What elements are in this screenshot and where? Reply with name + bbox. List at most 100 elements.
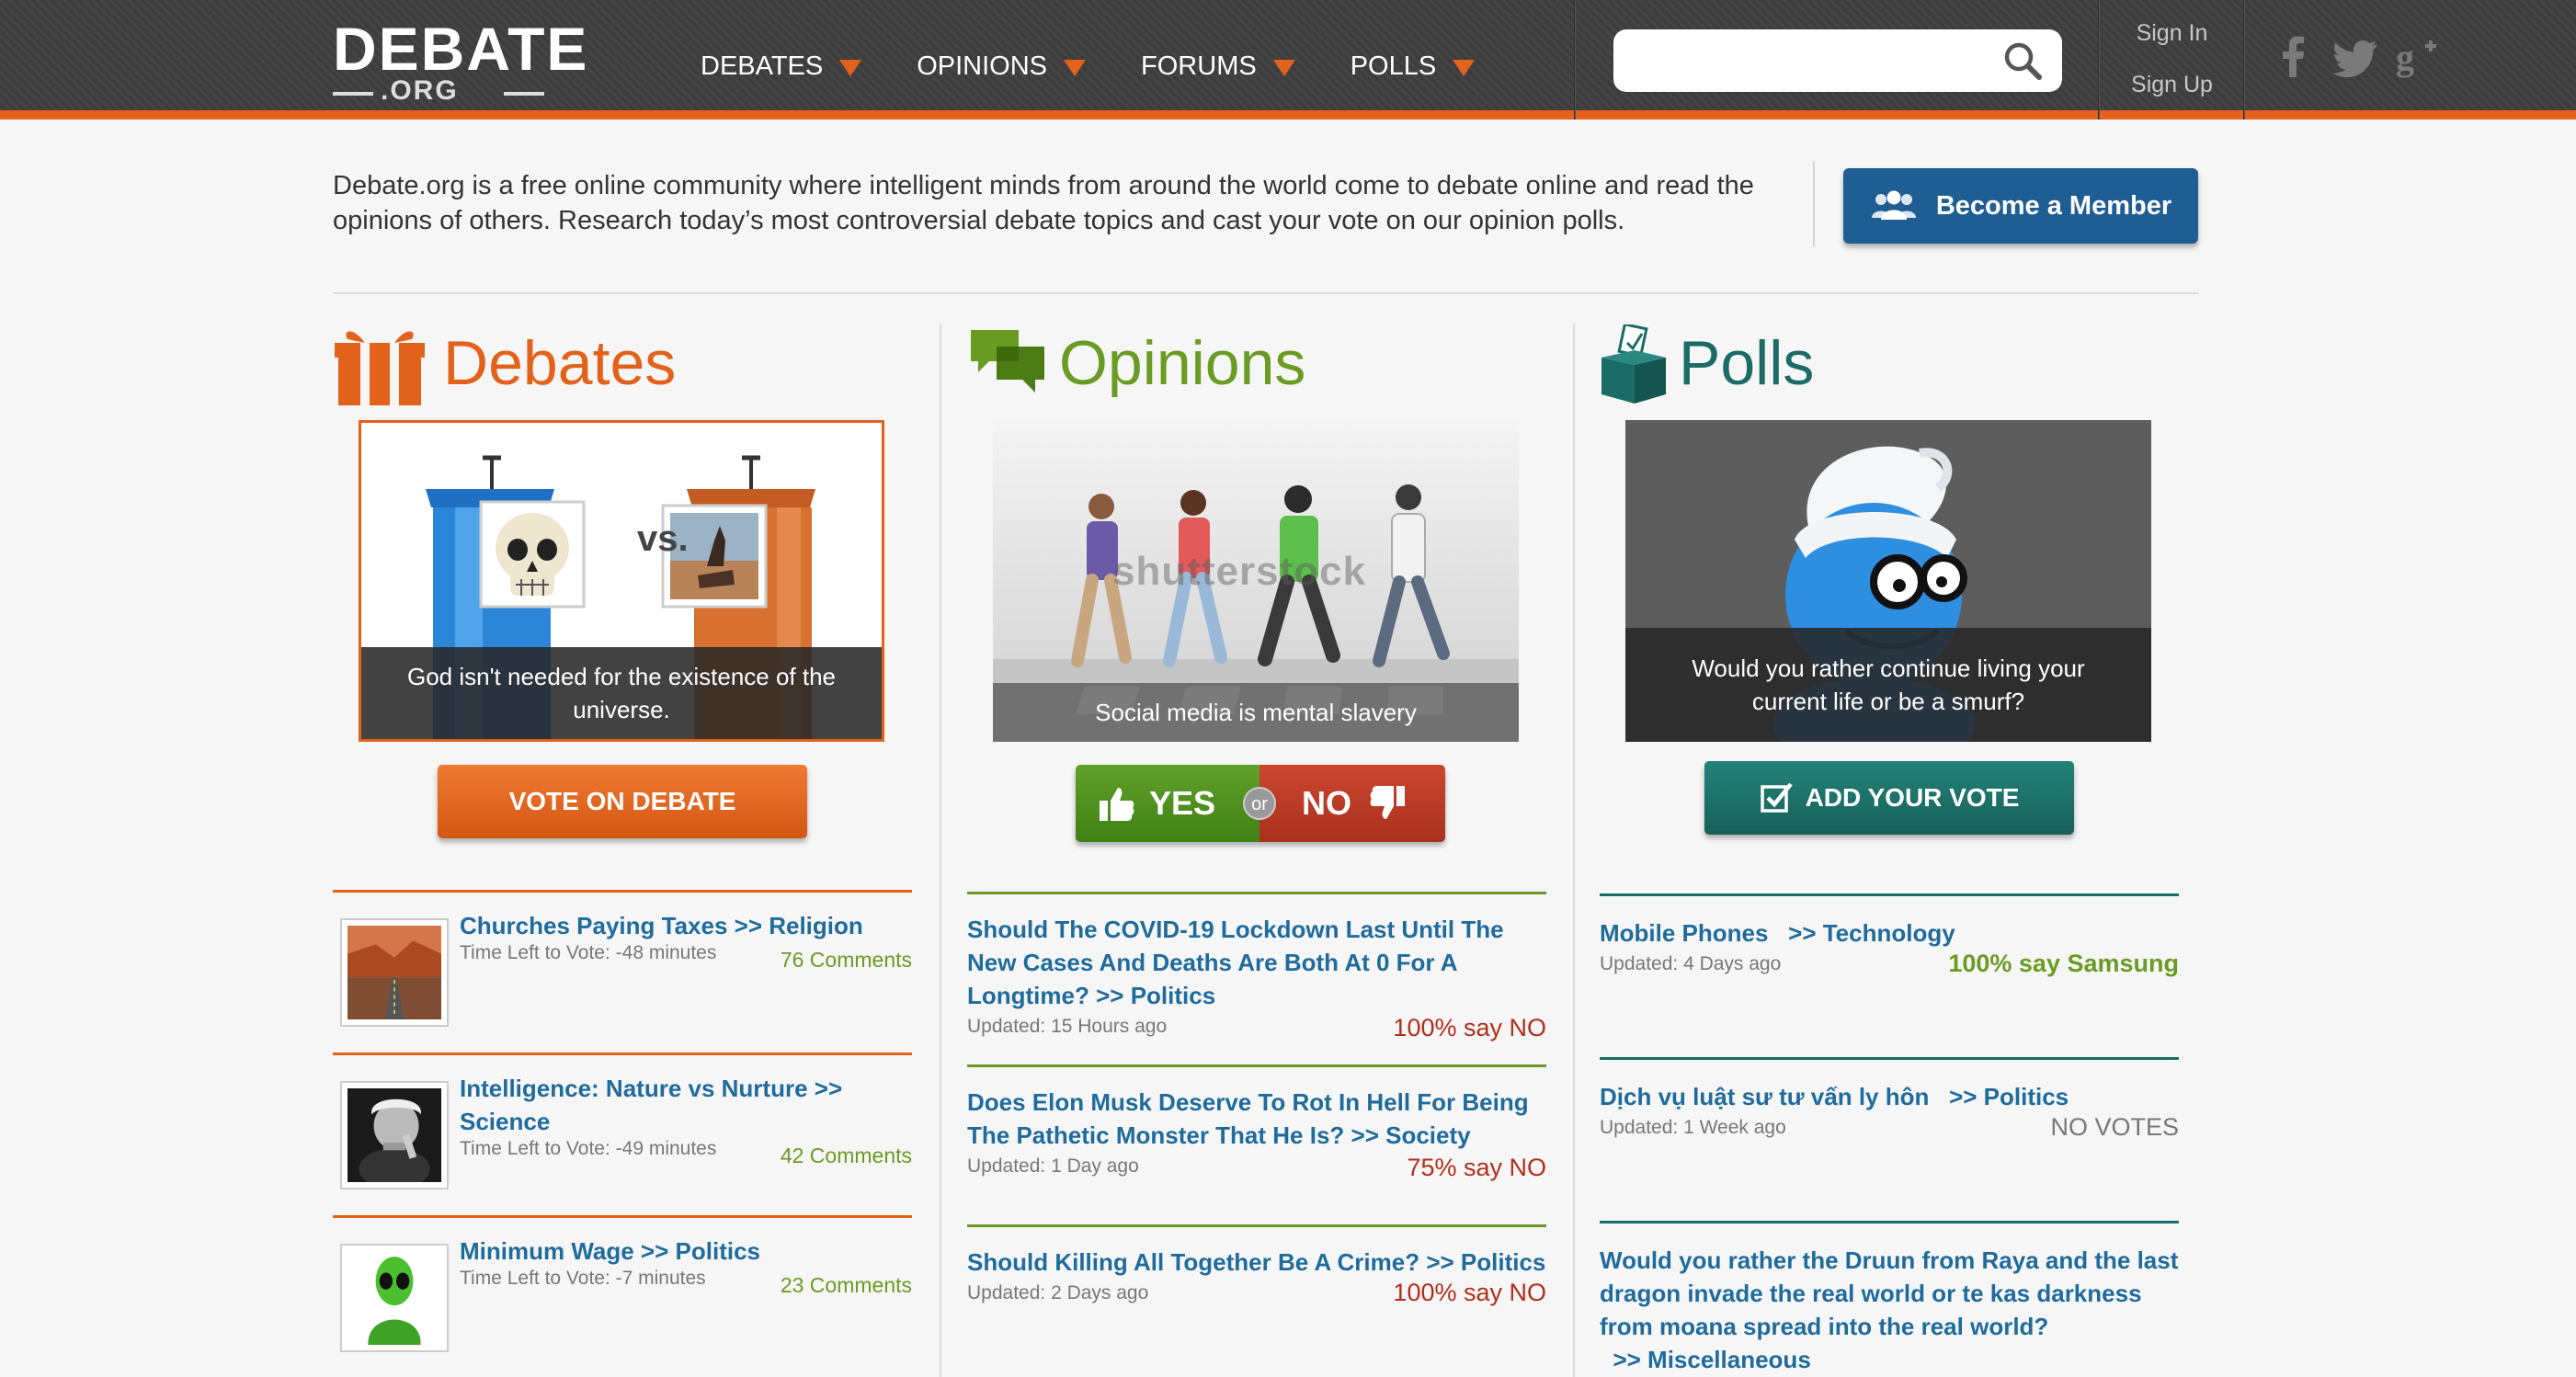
debate-thumbnail — [340, 918, 449, 1027]
debate-item-title[interactable]: Minimum Wage >> Politics — [460, 1235, 912, 1268]
vs-label: vs. — [637, 518, 689, 559]
search-input[interactable] — [1613, 29, 2062, 92]
opinion-item-category[interactable]: >> Politics — [1096, 982, 1215, 1009]
nav-opinions-label: OPINIONS — [917, 51, 1048, 81]
poll-list-item[interactable]: Would you rather the Druun from Raya and… — [1600, 1221, 2179, 1377]
site-logo[interactable]: DEBATE .ORG — [333, 15, 590, 105]
nav-polls-label: POLLS — [1350, 51, 1437, 81]
poll-item-question: Mobile Phones — [1600, 919, 1769, 947]
opinion-item-result: 75% say NO — [1407, 1154, 1546, 1181]
poll-item-category[interactable]: >> Miscellaneous — [1613, 1346, 1810, 1373]
yes-label: YES — [1149, 784, 1216, 822]
einstein-portrait-image — [348, 1088, 441, 1190]
nav-forums[interactable]: FORUMS — [1141, 48, 1295, 85]
featured-debate[interactable]: vs. God isn't needed for the existence o… — [359, 420, 884, 742]
facebook-icon[interactable] — [2269, 33, 2317, 81]
search-icon[interactable] — [2002, 40, 2043, 81]
thumbs-up-icon — [1100, 788, 1134, 821]
debate-org-homepage: DEBATE .ORG DEBATES OPINIONS FORUMS POLL… — [0, 0, 2576, 1377]
intro-divider — [1813, 161, 1815, 247]
poll-item-result: 100% say Samsung — [1948, 950, 2179, 977]
poll-item-text: Would you rather the Druun from Raya and… — [1600, 1244, 2179, 1376]
add-your-vote-button[interactable]: ADD YOUR VOTE — [1704, 761, 2074, 835]
debate-list-item[interactable]: Churches Paying Taxes >> Religion Time L… — [333, 890, 912, 1051]
debates-heading: Debates — [443, 328, 677, 398]
opinion-item-title[interactable]: Should The COVID-19 Lockdown Last Until … — [967, 913, 1546, 1012]
opinions-column: Opinions shutterstock Social media is me… — [967, 317, 1556, 1377]
debate-item-title[interactable]: Intelligence: Nature vs Nurture >> Scien… — [460, 1072, 912, 1138]
become-member-label: Become a Member — [1935, 190, 2172, 221]
poll-item-category[interactable]: >> Technology — [1788, 919, 1955, 947]
debate-item-comments[interactable]: 42 Comments — [781, 1144, 912, 1168]
add-your-vote-label: ADD YOUR VOTE — [1805, 783, 2020, 812]
poll-item-title[interactable]: Dịch vụ luật sư tư vấn ly hôn >> Politic… — [1600, 1080, 2179, 1113]
nav-forums-label: FORUMS — [1141, 51, 1257, 81]
featured-poll[interactable]: Would you rather continue living your cu… — [1625, 420, 2151, 742]
opinion-item-title[interactable]: Should Killing All Together Be A Crime? … — [967, 1246, 1546, 1279]
no-vote-button[interactable]: NO — [1260, 765, 1445, 842]
intro-text: Debate.org is a free online community wh… — [333, 171, 1754, 235]
debate-item-comments[interactable]: 23 Comments — [781, 1273, 912, 1298]
nav-opinions[interactable]: OPINIONS — [917, 48, 1087, 85]
opinions-heading: Opinions — [1059, 328, 1306, 398]
debate-item-comments[interactable]: 76 Comments — [781, 948, 912, 973]
header-divider — [1574, 0, 1576, 119]
column-divider — [1573, 324, 1575, 1377]
nav-polls[interactable]: POLLS — [1351, 48, 1476, 85]
debate-thumbnail — [340, 1081, 449, 1190]
sign-up-link[interactable]: Sign Up — [2101, 72, 2243, 98]
poll-list-item[interactable]: Mobile Phones >> Technology Updated: 4 D… — [1600, 893, 2179, 1053]
debate-list-item[interactable]: Minimum Wage >> Politics Time Left to Vo… — [333, 1215, 912, 1376]
opinion-list-item[interactable]: Does Elon Musk Deserve To Rot In Hell Fo… — [967, 1064, 1546, 1201]
debates-column: Debates vs. God isn't needed for the exi… — [333, 317, 921, 1377]
become-member-button[interactable]: Become a Member — [1843, 168, 2198, 244]
alien-figure-image — [348, 1251, 441, 1345]
top-header: DEBATE .ORG DEBATES OPINIONS FORUMS POLL… — [0, 0, 2576, 119]
nav-debates-label: DEBATES — [701, 51, 824, 81]
opinion-item-result: 100% say NO — [1393, 1014, 1546, 1041]
caret-down-icon — [839, 60, 862, 76]
opinion-item-category[interactable]: >> Society — [1351, 1121, 1471, 1149]
logo-rule-left — [333, 92, 373, 96]
polls-column: Polls Would you rather continue living y… — [1600, 317, 2188, 1377]
poll-item-title[interactable]: Mobile Phones >> Technology — [1600, 916, 2179, 950]
google-plus-icon[interactable]: g — [2396, 33, 2444, 81]
poll-item-category[interactable]: >> Politics — [1949, 1083, 2069, 1110]
header-divider — [2098, 0, 2100, 119]
poll-list-item[interactable]: Dịch vụ luật sư tư vấn ly hôn >> Politic… — [1600, 1057, 2179, 1217]
logo-main-text: DEBATE — [333, 15, 589, 83]
polls-heading: Polls — [1679, 328, 1815, 398]
opinion-item-result: 100% say NO — [1393, 1279, 1546, 1306]
poll-item-question: Would you rather the Druun from Raya and… — [1600, 1246, 2179, 1340]
caret-down-icon — [1272, 60, 1295, 76]
opinion-item-category[interactable]: >> Politics — [1426, 1248, 1545, 1276]
thumbs-down-icon — [1370, 786, 1405, 819]
checkbox-icon — [1760, 782, 1793, 813]
opinion-list-item[interactable]: Should The COVID-19 Lockdown Last Until … — [967, 892, 1546, 1063]
debate-list-item[interactable]: Intelligence: Nature vs Nurture >> Scien… — [333, 1053, 912, 1213]
or-divider: or — [1243, 787, 1276, 820]
members-icon — [1871, 190, 1916, 220]
poll-item-result: NO VOTES — [2050, 1113, 2179, 1141]
gift-icon — [335, 331, 425, 407]
ballot-box-icon — [1601, 324, 1666, 404]
sign-in-link[interactable]: Sign In — [2101, 20, 2243, 47]
image-watermark: shutterstock — [1112, 549, 1367, 594]
svg-text:g: g — [2396, 37, 2414, 78]
yes-vote-button[interactable]: YES — [1076, 765, 1260, 842]
yes-no-vote-buttons: YES NO or — [1076, 765, 1445, 842]
section-divider — [333, 292, 2199, 294]
poll-item-title[interactable]: Would you rather the Druun from Raya and… — [1600, 1244, 2179, 1376]
featured-opinion[interactable]: shutterstock Social media is mental slav… — [993, 420, 1519, 742]
main-nav: DEBATES OPINIONS FORUMS POLLS — [701, 48, 1530, 85]
caret-down-icon — [1064, 60, 1087, 76]
opinion-list-item[interactable]: Should Killing All Together Be A Crime? … — [967, 1224, 1546, 1335]
vote-on-debate-label: VOTE ON DEBATE — [508, 787, 736, 815]
debate-item-title[interactable]: Churches Paying Taxes >> Religion — [460, 909, 912, 942]
twitter-icon[interactable] — [2333, 33, 2381, 81]
featured-debate-caption: God isn't needed for the existence of th… — [361, 647, 882, 739]
opinion-item-title[interactable]: Does Elon Musk Deserve To Rot In Hell Fo… — [967, 1086, 1546, 1152]
nav-debates[interactable]: DEBATES — [701, 48, 862, 85]
vote-on-debate-button[interactable]: VOTE ON DEBATE — [438, 765, 807, 838]
debate-thumbnail — [340, 1244, 449, 1352]
